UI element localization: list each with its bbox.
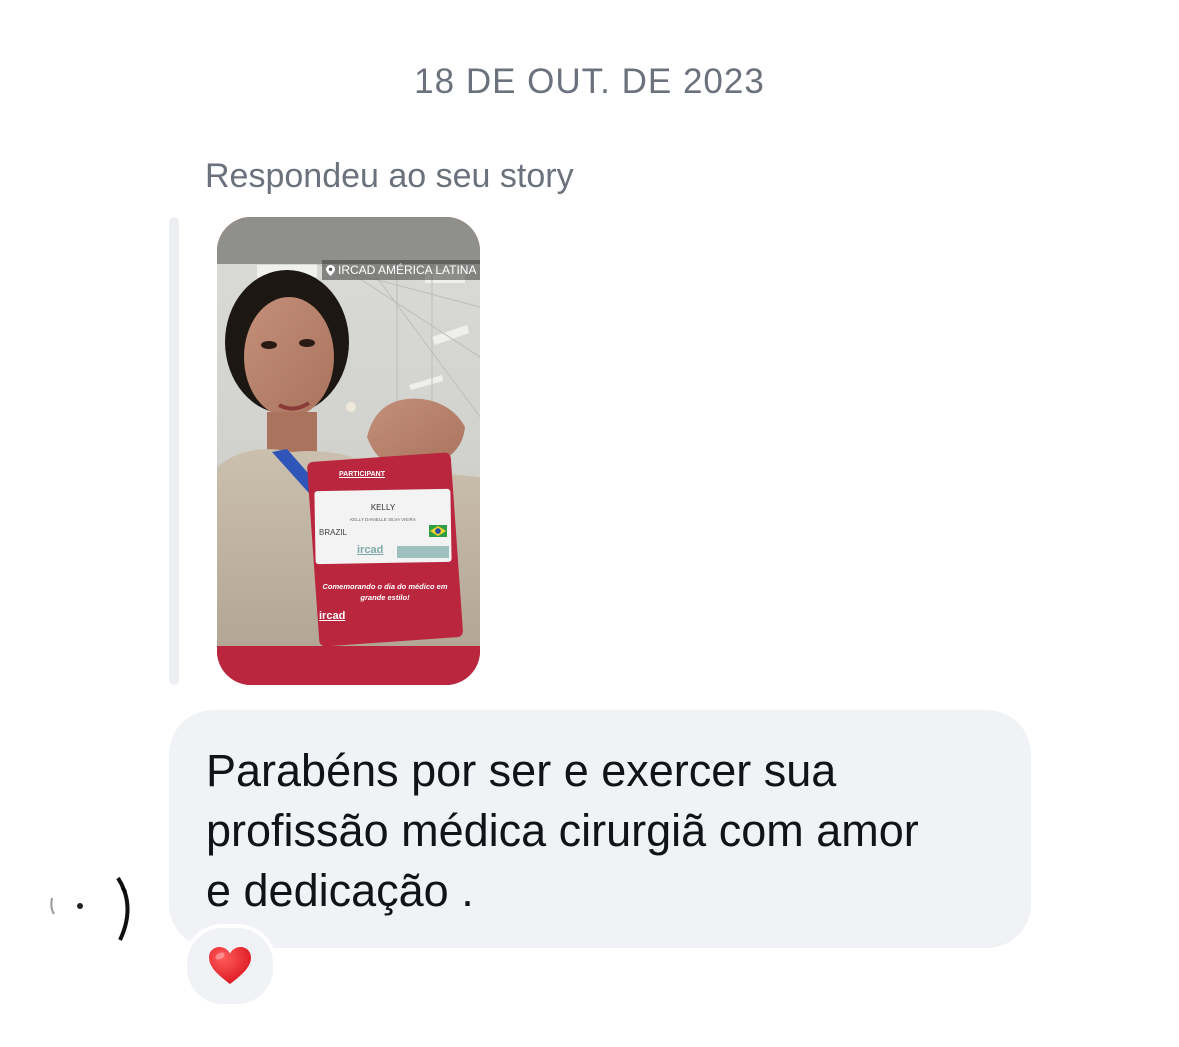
date-separator: 18 DE OUT. DE 2023 (414, 62, 765, 101)
badge-full-name: KELLY DANIELLE SILVA VIEIRA (350, 517, 416, 522)
chat-thread: 18 DE OUT. DE 2023 Respondeu ao seu stor… (0, 0, 1179, 1047)
location-pin-icon (326, 264, 335, 276)
badge-header: PARTICIPANT (339, 471, 386, 478)
reply-context-label: Respondeu ao seu story (205, 157, 574, 195)
location-sticker[interactable]: IRCAD AMÉRICA LATINA (322, 260, 480, 280)
avatar-image (50, 869, 131, 949)
avatar[interactable] (48, 866, 134, 952)
story-photo (217, 217, 480, 685)
badge-caption: Comemorando o dia do médico em grande es… (322, 582, 448, 602)
story-thumbnail[interactable]: IRCAD AMÉRICA LATINA PARTICIPANT KELLY K… (217, 217, 480, 685)
message-reaction[interactable] (183, 924, 277, 1008)
message-bubble[interactable]: Parabéns por ser e exercer sua profissão… (169, 710, 1031, 948)
badge-country: BRAZIL (319, 528, 348, 537)
badge-first-name: KELLY (370, 503, 396, 512)
reply-quote-bar (169, 217, 179, 685)
location-sticker-label: IRCAD AMÉRICA LATINA (338, 263, 477, 277)
message-text: Parabéns por ser e exercer sua profissão… (206, 745, 919, 916)
red-heart-icon (209, 947, 251, 984)
badge-logo: ircad (357, 544, 384, 556)
badge-caption-logo: ircad (319, 610, 346, 622)
